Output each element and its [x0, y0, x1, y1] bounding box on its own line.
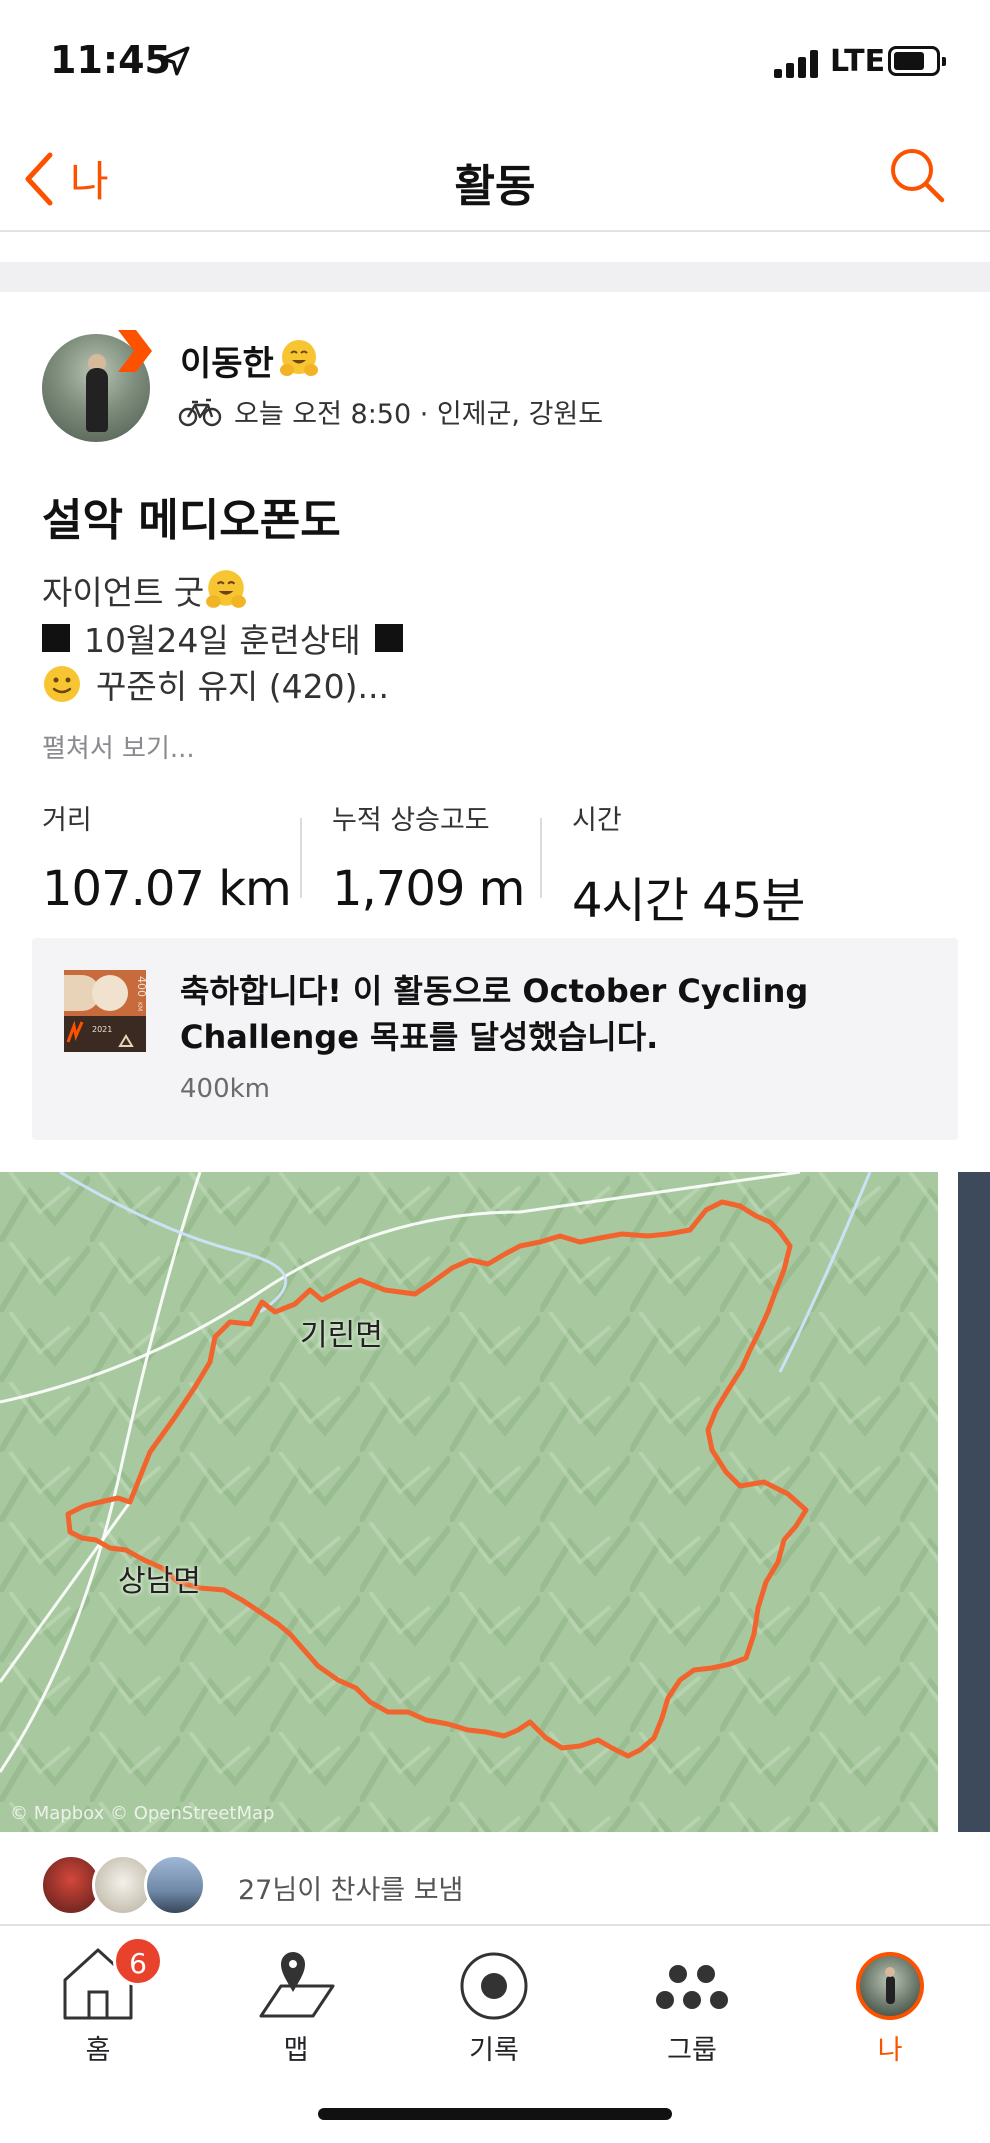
black-square-icon [42, 624, 70, 652]
profile-avatar-icon [856, 1952, 924, 2020]
route-map[interactable]: 기린면 상남면 © Mapbox © OpenStreetMap [0, 1172, 938, 1832]
signal-icon [774, 48, 822, 78]
stat-label: 시간 [572, 805, 622, 836]
kudos-count: 27님이 찬사를 보냄 [238, 1875, 464, 1906]
stat-divider [540, 818, 542, 898]
map-label-girin: 기린면 [300, 1318, 383, 1353]
status-time: 11:45 [50, 38, 171, 82]
description-line: 자이언트 굿 [42, 566, 248, 614]
kudos-avatar [144, 1854, 206, 1916]
activity-time-location: 오늘 오전 8:50 · 인제군, 강원도 [234, 399, 604, 430]
navigation-bar: 나 활동 [0, 120, 990, 232]
map-label-sangnam: 상남면 [118, 1564, 201, 1599]
page-title: 활동 [454, 161, 536, 212]
location-arrow-icon [160, 46, 190, 76]
see-more-link[interactable]: 펼쳐서 보기... [42, 728, 195, 765]
status-bar: 11:45 LTE [0, 0, 990, 120]
stat-divider [300, 818, 302, 898]
challenge-badge-icon: 400 KM 2021 [64, 970, 146, 1052]
stat-elevation: 누적 상승고도 1,709 m [332, 798, 525, 917]
network-label: LTE [830, 44, 886, 79]
tab-label: 맵 [283, 2035, 309, 2066]
hugging-face-emoji-icon [280, 340, 318, 376]
tab-label: 홈 [85, 2035, 111, 2066]
smiling-face-emoji-icon [44, 666, 80, 702]
feed-separator [0, 262, 990, 292]
search-button[interactable] [888, 146, 946, 208]
tab-label: 그룹 [667, 2035, 717, 2066]
stat-label: 거리 [42, 805, 92, 836]
activity-title[interactable]: 설악 메디오폰도 [42, 484, 341, 548]
map-attribution: © Mapbox © OpenStreetMap [10, 1803, 275, 1824]
tab-groups[interactable]: 그룹 [632, 1942, 752, 2067]
challenge-goal: 400km [180, 1074, 271, 1104]
tab-label: 기록 [469, 2035, 519, 2066]
tab-you[interactable]: 나 [830, 1942, 950, 2067]
groups-icon [656, 1965, 728, 2009]
stat-label: 누적 상승고도 [332, 805, 490, 836]
stat-time: 시간 4시간 45분 [572, 798, 805, 931]
record-icon [460, 1952, 528, 2020]
challenge-card[interactable]: 400 KM 2021 축하합니다! 이 활동으로 October Cyclin… [32, 938, 958, 1140]
badge-distance: 400 [135, 976, 146, 997]
description-line: 10월24일 훈련상태 [42, 614, 403, 662]
home-indicator [318, 2108, 672, 2120]
tab-label: 나 [877, 2035, 903, 2066]
bicycle-icon [178, 398, 222, 426]
tab-maps[interactable]: 맵 [236, 1942, 356, 2067]
activity-meta: 오늘 오전 8:50 · 인제군, 강원도 [178, 392, 603, 431]
stat-distance: 거리 107.07 km [42, 798, 292, 917]
badge-unit: KM [136, 1002, 143, 1011]
black-square-icon [374, 624, 403, 652]
stat-value: 107.07 km [42, 861, 292, 917]
map-terrain [0, 1172, 938, 1832]
battery-icon [888, 46, 946, 76]
next-photo-preview[interactable] [958, 1172, 990, 1832]
stat-value: 4시간 45분 [572, 873, 805, 929]
description-text: 꾸준히 유지 (420)... [96, 667, 389, 706]
subscriber-badge-icon [118, 330, 152, 372]
search-icon [891, 149, 945, 203]
athlete-name[interactable]: 이동한 [180, 336, 274, 385]
badge-year: 2021 [92, 1025, 112, 1034]
notification-badge: 6 [113, 1936, 163, 1986]
map-pin-icon [259, 1952, 335, 2018]
tab-home[interactable]: 6 홈 [38, 1936, 163, 2067]
tab-record[interactable]: 기록 [434, 1942, 554, 2067]
stat-value: 1,709 m [332, 861, 525, 917]
description-text: 10월24일 훈련상태 [84, 621, 361, 660]
description-text: 자이언트 굿 [42, 573, 205, 612]
challenge-message: 축하합니다! 이 활동으로 October Cycling Challenge … [180, 972, 809, 1056]
kudos-row[interactable]: 27님이 찬사를 보냄 [40, 1852, 940, 1922]
description-line: 꾸준히 유지 (420)... [42, 660, 389, 708]
hugging-face-emoji-icon [206, 570, 247, 608]
